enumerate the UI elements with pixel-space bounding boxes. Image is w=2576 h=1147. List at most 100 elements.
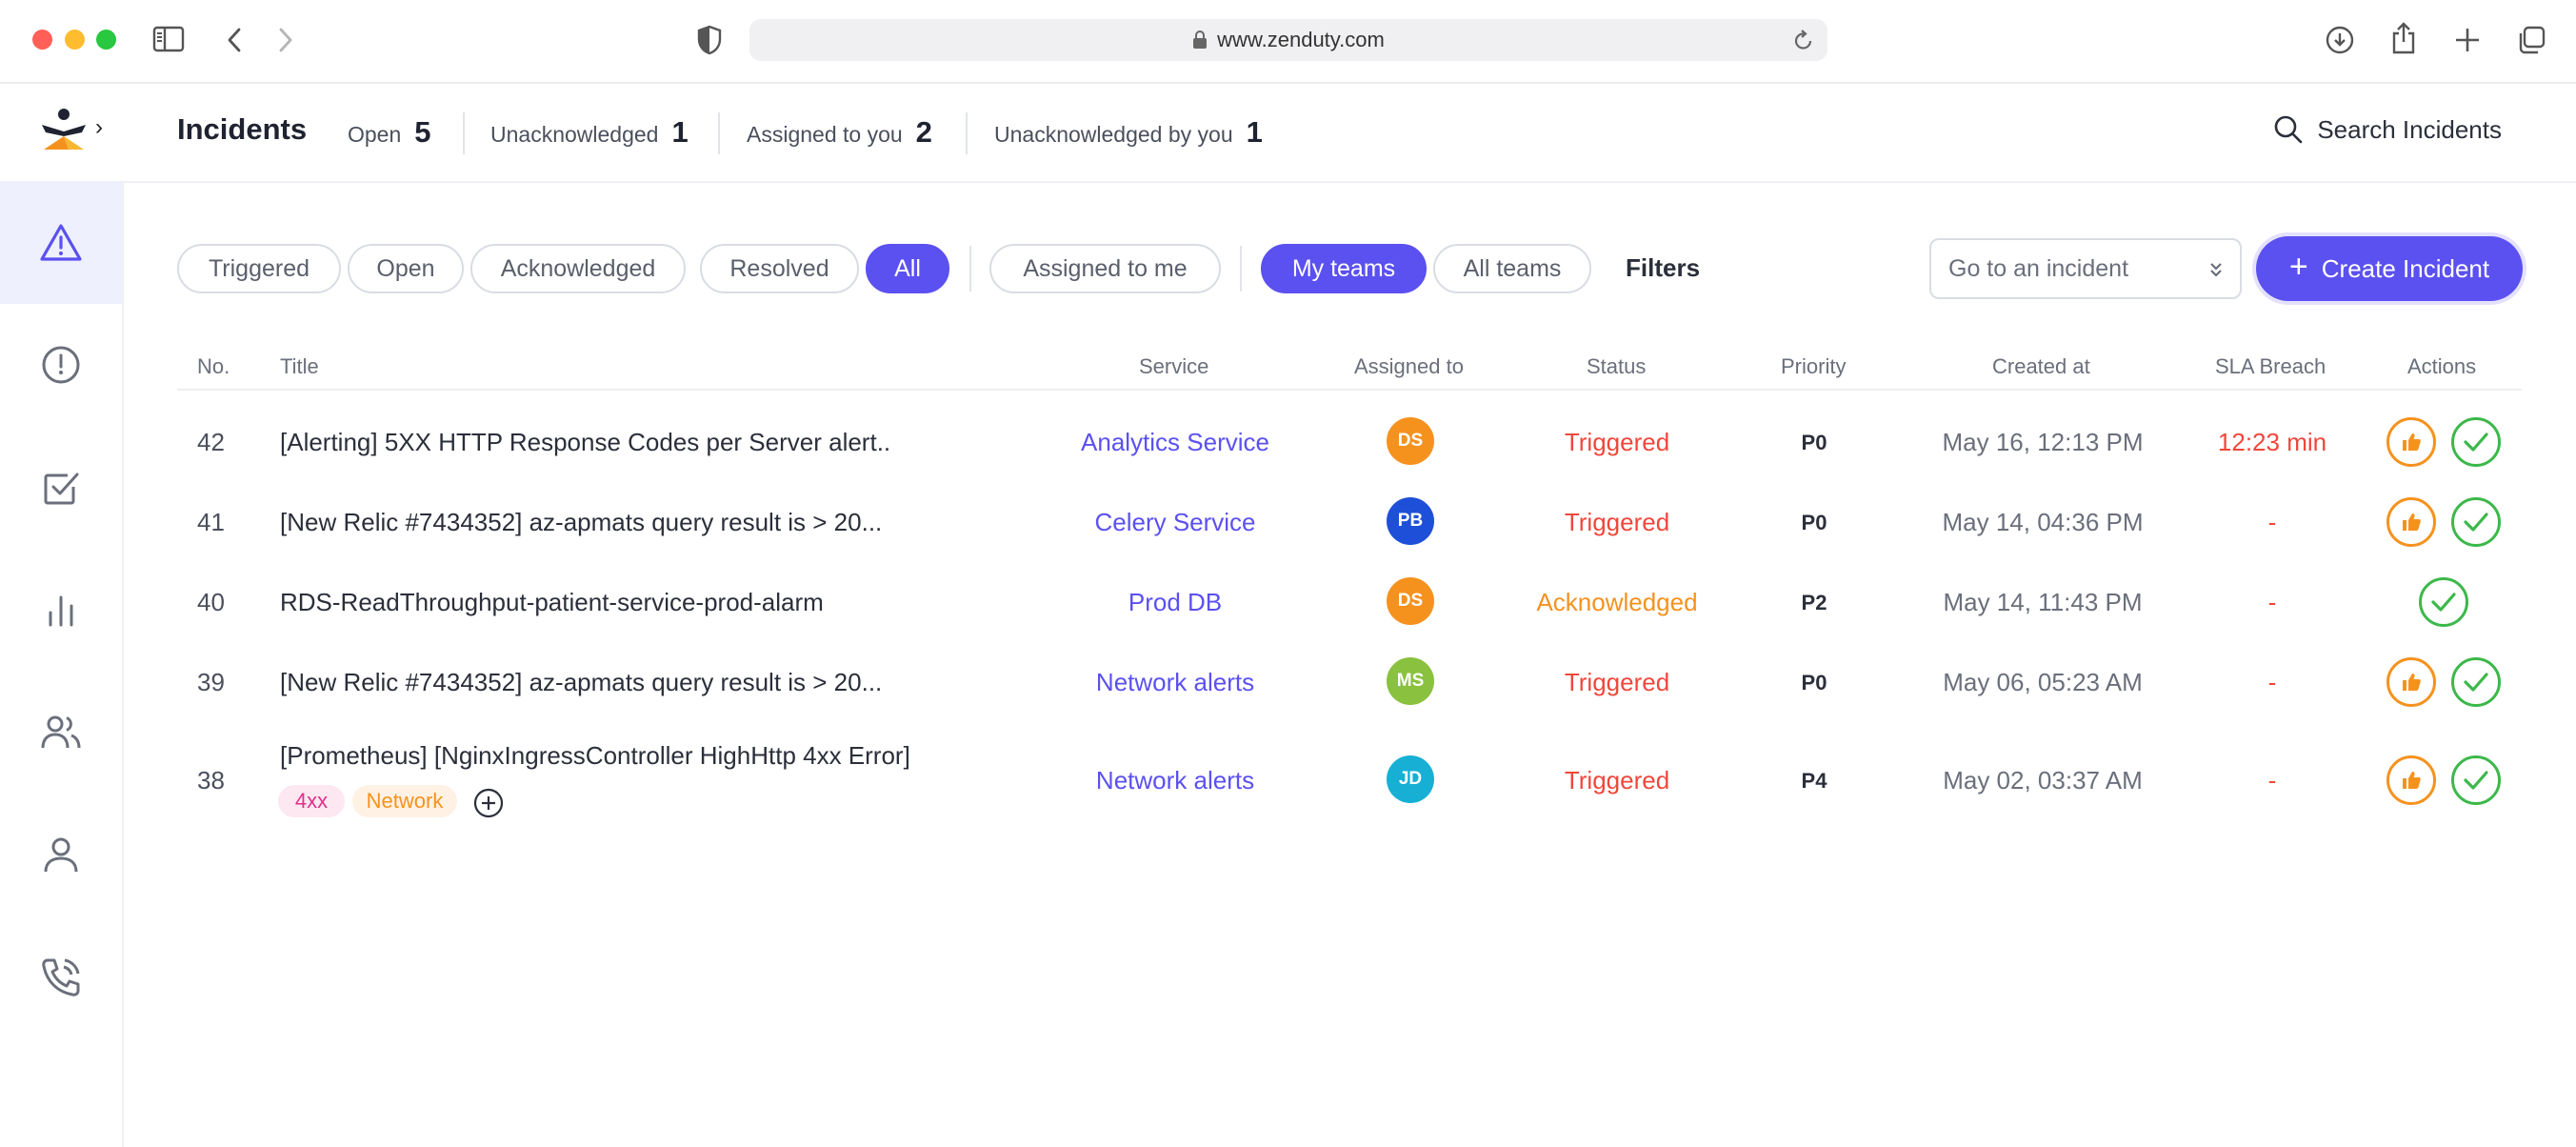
app-header: › Incidents Open 5 Unacknowledged 1 Assi… [0, 84, 2576, 183]
stat-open-label: Open [348, 122, 402, 147]
chevron-right-icon[interactable]: › [95, 114, 103, 141]
acknowledge-button[interactable] [2386, 417, 2436, 467]
created-at: May 16, 12:13 PM [1942, 428, 2144, 456]
avatar[interactable]: DS [1387, 577, 1434, 625]
resolve-button[interactable] [2419, 577, 2468, 627]
incident-number: 41 [197, 508, 225, 536]
resolve-button[interactable] [2451, 657, 2501, 707]
incident-service[interactable]: Celery Service [1077, 508, 1273, 537]
checkmark-icon [2431, 593, 2456, 612]
incident-service[interactable]: Network alerts [1077, 766, 1273, 795]
resolve-button[interactable] [2451, 755, 2501, 805]
stat-unacknowledged-by-you[interactable]: Unacknowledged by you 1 [994, 115, 1263, 150]
column-header-actions: Actions [2407, 354, 2477, 378]
priority-label: P0 [1801, 671, 1827, 694]
search-incidents-button[interactable]: Search Incidents [2273, 114, 2502, 145]
checkbox-icon [41, 468, 81, 508]
create-incident-button[interactable]: + Create Incident [2256, 236, 2523, 301]
created-at: May 14, 04:36 PM [1942, 508, 2144, 536]
sla-breach: - [2267, 668, 2277, 696]
avatar[interactable]: JD [1387, 755, 1434, 803]
sidebar-item-profile[interactable] [0, 795, 122, 916]
search-incidents-label: Search Incidents [2317, 114, 2502, 144]
back-arrow-icon[interactable] [225, 27, 244, 53]
column-header-no: No. [197, 354, 230, 378]
acknowledge-button[interactable] [2386, 657, 2436, 707]
page-title: Incidents [177, 112, 308, 146]
phone-icon [40, 956, 82, 998]
filter-pill-all[interactable]: All [866, 244, 949, 293]
incident-title[interactable]: [New Relic #7434352] az-apmats query res… [280, 508, 882, 537]
acknowledge-button[interactable] [2386, 755, 2436, 805]
column-header-created-at: Created at [1992, 354, 2090, 378]
reload-icon[interactable] [1793, 29, 1814, 51]
stat-assigned-count: 2 [915, 115, 932, 149]
priority-label: P0 [1801, 431, 1827, 454]
minimize-window-button[interactable] [65, 30, 85, 50]
incident-service[interactable]: Network alerts [1077, 668, 1273, 697]
url-text: www.zenduty.com [1217, 28, 1385, 51]
sidebar-toggle-icon[interactable] [152, 26, 185, 52]
filter-divider [1240, 246, 1242, 292]
sidebar-item-incidents[interactable] [0, 182, 122, 304]
column-header-service: Service [1139, 354, 1209, 378]
status-badge: Triggered [1564, 766, 1670, 795]
checkmark-icon [2464, 513, 2488, 532]
sla-breach: - [2267, 766, 2277, 795]
add-tag-icon[interactable] [472, 787, 505, 819]
stat-divider [718, 112, 720, 154]
avatar[interactable]: MS [1387, 657, 1434, 705]
sidebar-item-tasks[interactable] [0, 427, 122, 549]
incident-title[interactable]: [Prometheus] [NginxIngressController Hig… [280, 741, 910, 771]
resolve-button[interactable] [2451, 417, 2501, 467]
sidebar-item-teams[interactable] [0, 672, 122, 794]
address-bar[interactable]: www.zenduty.com [749, 19, 1827, 61]
filter-pill-my-teams[interactable]: My teams [1261, 244, 1427, 293]
close-window-button[interactable] [32, 30, 52, 50]
search-icon [2273, 114, 2304, 145]
sidebar-item-calls[interactable] [0, 916, 122, 1038]
incident-number: 39 [197, 668, 225, 696]
incident-title[interactable]: [New Relic #7434352] az-apmats query res… [280, 668, 882, 697]
stat-unacknowledged[interactable]: Unacknowledged 1 [490, 115, 689, 150]
share-icon[interactable] [2390, 21, 2417, 55]
column-header-sla-breach: SLA Breach [2215, 354, 2326, 378]
sidebar-item-analytics[interactable] [0, 550, 122, 672]
checkmark-icon [2464, 433, 2488, 452]
filter-pill-acknowledged[interactable]: Acknowledged [470, 244, 686, 293]
filters-button[interactable]: Filters [1626, 253, 1700, 283]
filter-pill-all-teams[interactable]: All teams [1433, 244, 1591, 293]
stat-assigned-label: Assigned to you [747, 122, 903, 147]
new-tab-plus-icon[interactable] [2453, 26, 2482, 54]
incident-service[interactable]: Analytics Service [1077, 428, 1273, 457]
tag-chip[interactable]: 4xx [278, 785, 345, 817]
tabs-overview-icon[interactable] [2516, 25, 2546, 55]
stat-open[interactable]: Open 5 [348, 115, 431, 150]
table-header-divider [177, 389, 2522, 391]
checkmark-icon [2464, 673, 2488, 692]
filter-pill-resolved[interactable]: Resolved [700, 244, 859, 293]
go-to-incident-select[interactable]: Go to an incident [1929, 238, 2242, 299]
column-header-priority: Priority [1781, 354, 1847, 378]
filter-pill-assigned-to-me[interactable]: Assigned to me [989, 244, 1221, 293]
incident-service[interactable]: Prod DB [1077, 588, 1273, 617]
resolve-button[interactable] [2451, 497, 2501, 547]
incident-title[interactable]: [Alerting] 5XX HTTP Response Codes per S… [280, 428, 890, 457]
avatar[interactable]: DS [1387, 417, 1434, 465]
privacy-shield-icon[interactable] [697, 25, 722, 55]
stat-assigned-to-you[interactable]: Assigned to you 2 [747, 115, 932, 150]
avatar[interactable]: PB [1387, 497, 1434, 545]
zenduty-logo[interactable] [38, 108, 90, 156]
forward-arrow-icon[interactable] [276, 27, 295, 53]
warning-triangle-icon [39, 223, 83, 263]
bar-chart-icon [45, 594, 77, 628]
maximize-window-button[interactable] [96, 30, 116, 50]
alert-circle-icon [41, 345, 81, 385]
tag-chip[interactable]: Network [352, 785, 457, 817]
download-icon[interactable] [2325, 25, 2355, 55]
sidebar-item-alerts[interactable] [0, 304, 122, 426]
incident-title[interactable]: RDS-ReadThroughput-patient-service-prod-… [280, 588, 824, 617]
filter-pill-open[interactable]: Open [348, 244, 464, 293]
filter-pill-triggered[interactable]: Triggered [177, 244, 341, 293]
acknowledge-button[interactable] [2386, 497, 2436, 547]
